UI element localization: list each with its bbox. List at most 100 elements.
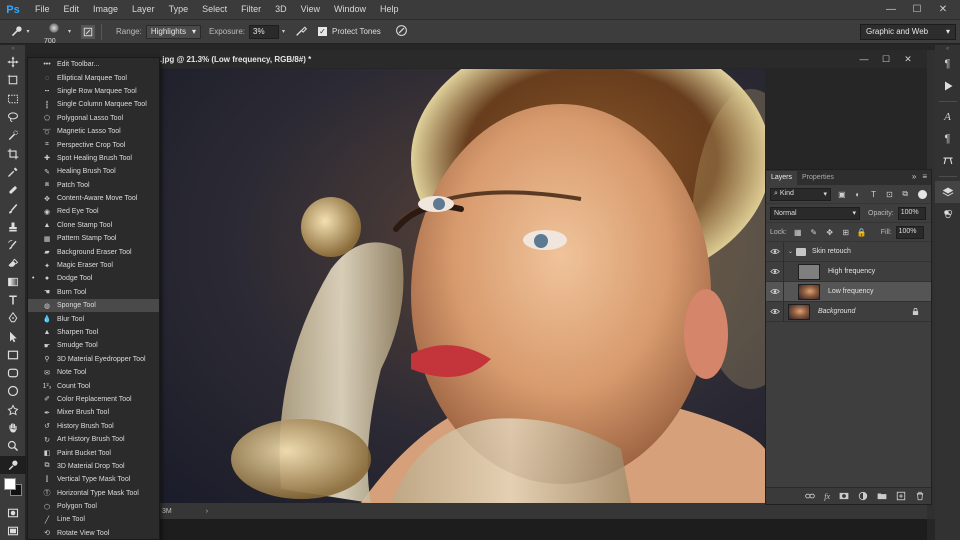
tool-menu-item[interactable]: ◧ Paint Bucket Tool (28, 446, 159, 459)
menu-select[interactable]: Select (195, 0, 234, 19)
rounded-rectangle-tool[interactable] (0, 364, 26, 382)
sponge-tool-active[interactable] (0, 455, 26, 474)
new-group-button[interactable] (877, 491, 887, 501)
tool-menu-item[interactable]: ✥ Content-Aware Move Tool (28, 192, 159, 205)
document-minimize-button[interactable]: — (853, 54, 875, 64)
menu-type[interactable]: Type (162, 0, 196, 19)
gradient-tool[interactable] (0, 273, 26, 291)
hand-tool[interactable] (0, 419, 26, 437)
tool-menu-item[interactable]: ☚ Burn Tool (28, 286, 159, 299)
lock-transparent-icon[interactable]: ▦ (793, 227, 803, 237)
tool-menu-item[interactable]: ⧈ Patch Tool (28, 179, 159, 192)
menu-help[interactable]: Help (373, 0, 406, 19)
brush-tool[interactable] (0, 199, 26, 217)
path-selection-tool[interactable] (0, 327, 26, 345)
document-restore-button[interactable]: ☐ (875, 54, 897, 65)
brush-preset-picker[interactable]: 700 (42, 21, 66, 45)
adjustment-filter-icon[interactable]: ◐ (853, 189, 863, 199)
tool-menu-item[interactable]: ▦ Pattern Stamp Tool (28, 232, 159, 245)
new-adjustment-button[interactable] (858, 491, 868, 501)
eraser-tool[interactable] (0, 254, 26, 272)
tool-menu-item[interactable]: ┇ Single Column Marquee Tool (28, 98, 159, 111)
quick-mask-button[interactable] (0, 504, 26, 522)
lasso-tool[interactable] (0, 108, 26, 126)
tab-layers[interactable]: Layers (766, 171, 798, 185)
layers-panel-button[interactable] (935, 181, 960, 203)
tool-menu-item[interactable]: Ⓣ Horizontal Type Mask Tool (28, 487, 159, 500)
pressure-button[interactable] (395, 24, 408, 39)
range-select[interactable]: Highlights ▾ (145, 24, 201, 39)
tool-menu-item[interactable]: ✉ Note Tool (28, 366, 159, 379)
tool-menu-item[interactable]: ✎ Healing Brush Tool (28, 165, 159, 178)
move-tool[interactable] (0, 53, 26, 71)
add-mask-button[interactable] (839, 491, 849, 501)
rectangle-tool[interactable] (0, 346, 26, 364)
panel-collapse-grip[interactable]: « (935, 45, 960, 53)
visibility-toggle[interactable] (766, 261, 784, 282)
link-layers-button[interactable] (805, 491, 816, 501)
layer-row-group[interactable]: ⌄ Skin retouch (766, 241, 931, 262)
healing-tool[interactable] (0, 181, 26, 199)
image-canvas[interactable] (161, 69, 765, 503)
tool-menu-item[interactable]: ✦ Magic Eraser Tool (28, 259, 159, 272)
menu-3d[interactable]: 3D (268, 0, 294, 19)
tool-menu-item[interactable]: ◉ Red Eye Tool (28, 205, 159, 218)
custom-shape-tool[interactable] (0, 401, 26, 419)
menu-file[interactable]: File (28, 0, 57, 19)
tool-menu-item[interactable]: ▲ Sharpen Tool (28, 326, 159, 339)
close-button[interactable]: ✕ (930, 4, 956, 15)
paragraph-styles-button[interactable]: ¶ (935, 128, 960, 150)
tool-menu-item[interactable]: • ● Dodge Tool (28, 272, 159, 285)
foreground-color-swatch[interactable] (4, 477, 16, 490)
filter-toggle[interactable] (918, 189, 928, 199)
workspace-select[interactable]: Graphic and Web ▾ (860, 24, 956, 40)
status-menu-arrow[interactable]: › (206, 508, 208, 515)
color-swatches[interactable] (0, 474, 26, 504)
tool-menu-item[interactable]: ◍ Sponge Tool (28, 299, 159, 313)
tool-menu-item[interactable]: ✚ Spot Healing Brush Tool (28, 152, 159, 165)
document-tab[interactable]: .jpg @ 21.3% (Low frequency, RGB/8#) * —… (160, 50, 927, 68)
crop-tool[interactable] (0, 144, 26, 162)
tool-menu-item[interactable]: ┅ Single Row Marquee Tool (28, 85, 159, 98)
actions-panel-button[interactable] (935, 75, 960, 97)
maximize-button[interactable]: ☐ (904, 4, 930, 15)
tool-menu-item[interactable]: ••• Edit Toolbar... (28, 58, 159, 71)
menu-layer[interactable]: Layer (125, 0, 162, 19)
chevron-down-icon[interactable]: ▾ (282, 28, 285, 35)
new-layer-button[interactable] (896, 491, 906, 501)
toolbar-grip[interactable]: » (0, 45, 26, 53)
tool-menu-item[interactable]: 1²₃ Count Tool (28, 379, 159, 392)
tool-menu-item[interactable]: ◌ Elliptical Marquee Tool (28, 71, 159, 84)
eyedropper-tool[interactable] (0, 163, 26, 181)
exposure-input[interactable]: 3% (249, 24, 279, 39)
menu-view[interactable]: View (294, 0, 327, 19)
brush-settings-button[interactable] (81, 24, 96, 39)
tool-menu-item[interactable]: ╱ Line Tool (28, 513, 159, 526)
pixel-filter-icon[interactable]: ▣ (837, 189, 847, 199)
menu-filter[interactable]: Filter (234, 0, 268, 19)
panel-menu-icon[interactable]: ≡ (922, 172, 927, 181)
lock-image-icon[interactable]: ✎ (809, 227, 819, 237)
layer-row-selected[interactable]: Low frequency (766, 281, 931, 302)
menu-edit[interactable]: Edit (57, 0, 87, 19)
shape-filter-icon[interactable]: ⊡ (885, 189, 895, 199)
tool-menu-item[interactable]: ⧉ 3D Material Drop Tool (28, 460, 159, 473)
lock-position-icon[interactable]: ✥ (825, 227, 835, 237)
layer-row-background[interactable]: Background (766, 301, 931, 322)
clone-stamp-tool[interactable] (0, 218, 26, 236)
tool-menu-item[interactable]: ▰ Background Eraser Tool (28, 245, 159, 258)
pen-tool[interactable] (0, 309, 26, 327)
artboard-tool[interactable] (0, 71, 26, 89)
channels-panel-button[interactable] (935, 203, 960, 225)
tool-menu-item[interactable]: ✒ Mixer Brush Tool (28, 406, 159, 419)
collapse-panel-icon[interactable]: » (912, 172, 916, 181)
history-brush-tool[interactable] (0, 236, 26, 254)
menu-image[interactable]: Image (86, 0, 125, 19)
tool-presets-button[interactable] (935, 150, 960, 172)
chevron-down-icon[interactable]: ⌄ (788, 248, 793, 255)
tool-menu-item[interactable]: ☛ Smudge Tool (28, 339, 159, 352)
visibility-toggle[interactable] (766, 301, 784, 322)
lock-all-icon[interactable]: 🔒 (857, 227, 867, 237)
tool-menu-item[interactable]: ✐ Color Replacement Tool (28, 393, 159, 406)
character-panel-button[interactable]: A (935, 106, 960, 128)
